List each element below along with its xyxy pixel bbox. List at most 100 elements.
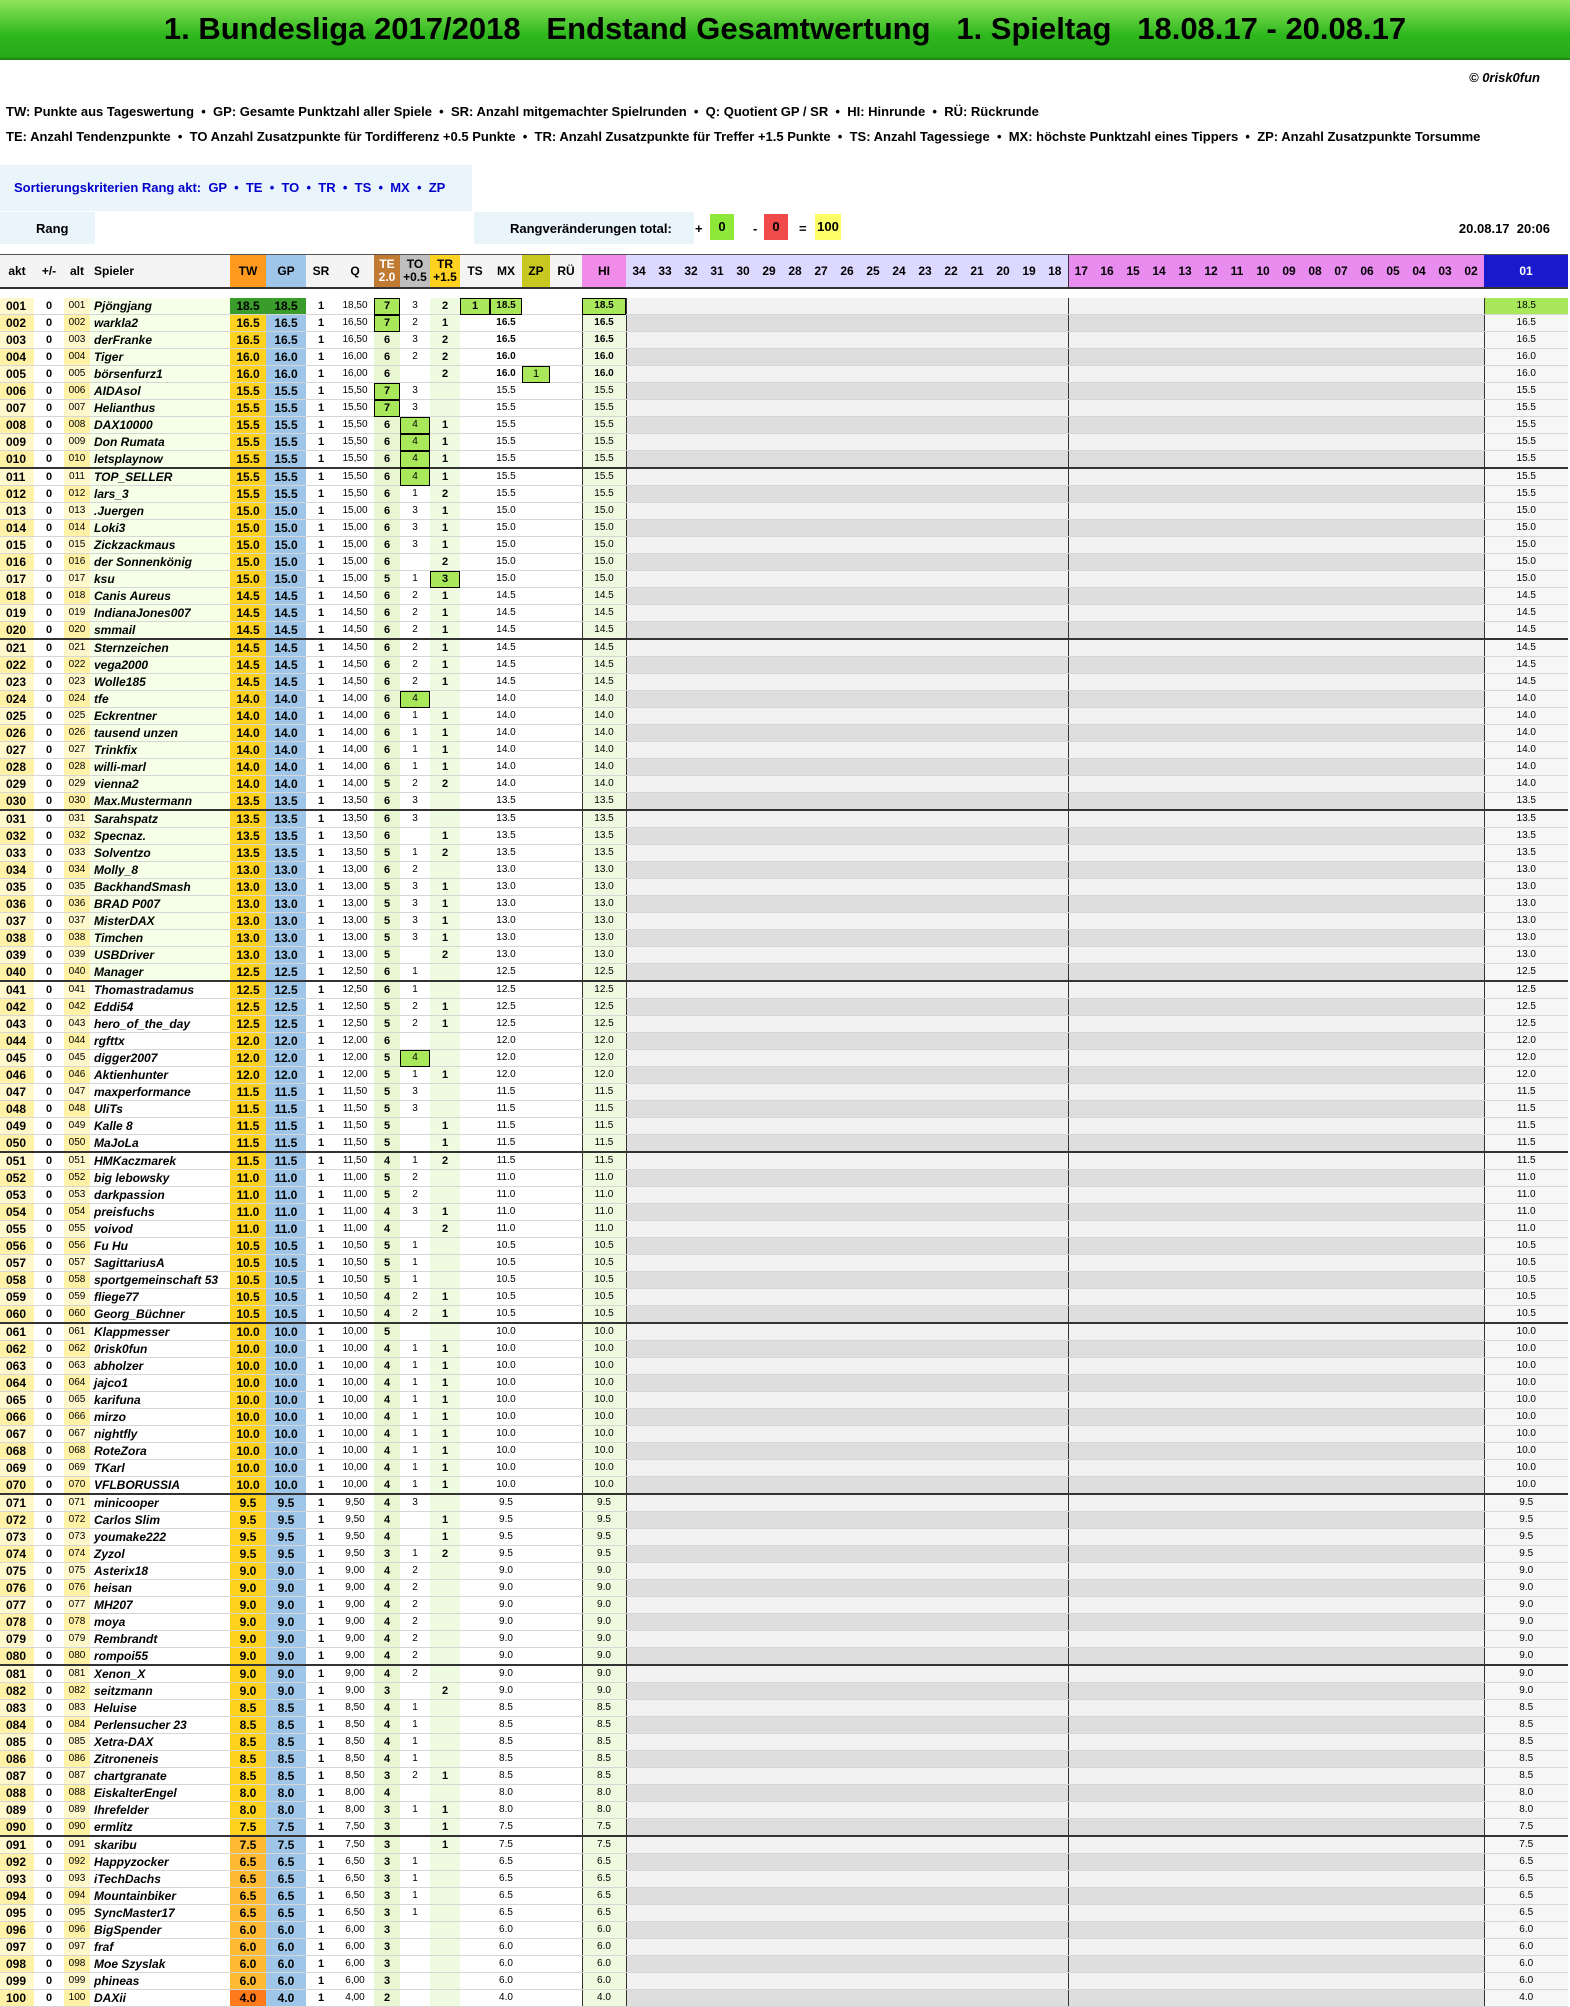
cell-hi: 6.5 <box>581 1870 627 1888</box>
cell-round-19 <box>1016 1425 1042 1443</box>
cell-round-19 <box>1016 1716 1042 1734</box>
rank-changes-label: Rangveränderungen total: <box>510 221 672 236</box>
cell-te: 4 <box>374 1220 400 1238</box>
cell-sr: 1 <box>306 998 336 1016</box>
cell-round-21 <box>964 1459 990 1477</box>
cell-round-17 <box>1067 1340 1094 1358</box>
cell-tr <box>430 1699 460 1717</box>
cell-round-06 <box>1354 775 1380 793</box>
cell-round-31 <box>704 536 730 554</box>
cell-round-01: 14.0 <box>1483 758 1568 776</box>
cell-round-05 <box>1380 348 1406 366</box>
cell-ru <box>550 673 582 691</box>
cell-round-21 <box>964 485 990 503</box>
cell-akt: 016 <box>0 553 34 571</box>
cell-round-17 <box>1067 1015 1094 1033</box>
cell-round-32 <box>678 1853 704 1871</box>
cell-round-07 <box>1328 758 1354 776</box>
cell-pm: 0 <box>34 1596 64 1614</box>
cell-round-19 <box>1016 998 1042 1016</box>
cell-round-14 <box>1146 1733 1172 1751</box>
table-row: 088 0 088 EiskalterEngel 8.0 8.0 1 8,00 4 8.0 8.0 8… <box>0 1784 1568 1802</box>
cell-round-21 <box>964 656 990 674</box>
cell-round-34 <box>626 1716 652 1734</box>
cell-round-22 <box>938 553 964 571</box>
cell-round-20 <box>990 1870 1016 1888</box>
cell-round-27 <box>808 604 834 622</box>
cell-round-33 <box>652 946 678 964</box>
cell-round-23 <box>912 1647 938 1666</box>
cell-round-25 <box>860 1870 886 1888</box>
cell-round-09 <box>1276 1220 1302 1238</box>
cell-round-21 <box>964 724 990 742</box>
cell-round-16 <box>1094 1750 1120 1768</box>
cell-round-08 <box>1302 1254 1328 1272</box>
cell-ts <box>460 861 490 879</box>
cell-round-19 <box>1016 724 1042 742</box>
cell-round-26 <box>834 1938 860 1956</box>
col-round-24: 24 <box>886 254 912 289</box>
cell-round-28 <box>782 382 808 400</box>
cell-round-24 <box>886 1682 912 1700</box>
cell-round-02 <box>1458 467 1484 486</box>
cell-round-25 <box>860 1493 886 1512</box>
cell-round-15 <box>1120 1083 1146 1101</box>
cell-sr: 1 <box>306 895 336 913</box>
cell-mx: 8.5 <box>490 1733 522 1751</box>
cell-round-33 <box>652 1134 678 1153</box>
cell-round-12 <box>1198 1562 1224 1580</box>
cell-round-32 <box>678 1408 704 1426</box>
cell-round-11 <box>1224 1613 1250 1631</box>
table-row: 013 0 013 .Juergen 15.0 15.0 1 15,00 6 3 1 15.0 15.0… <box>0 502 1568 520</box>
cell-round-25 <box>860 1476 886 1495</box>
cell-tr <box>430 861 460 879</box>
cell-round-04 <box>1406 809 1432 828</box>
cell-round-22 <box>938 365 964 383</box>
cell-round-13 <box>1172 1784 1198 1802</box>
cell-round-32 <box>678 1545 704 1563</box>
cell-round-03 <box>1432 792 1458 811</box>
cell-hi: 11.0 <box>581 1220 627 1238</box>
cell-round-25 <box>860 1647 886 1666</box>
cell-round-29 <box>756 707 782 725</box>
cell-round-27 <box>808 1818 834 1837</box>
cell-ts <box>460 929 490 947</box>
cell-round-31 <box>704 1613 730 1631</box>
cell-zp <box>522 1579 550 1597</box>
cell-round-17 <box>1067 1357 1094 1375</box>
cell-zp <box>522 1254 550 1272</box>
cell-round-23 <box>912 827 938 845</box>
cell-round-28 <box>782 1733 808 1751</box>
cell-round-05 <box>1380 673 1406 691</box>
cell-tr <box>430 1049 460 1067</box>
cell-round-16 <box>1094 1630 1120 1648</box>
cell-round-13 <box>1172 314 1198 332</box>
cell-round-14 <box>1146 314 1172 332</box>
cell-tw: 6.5 <box>230 1870 266 1888</box>
cell-ru <box>550 775 582 793</box>
cell-round-10 <box>1250 844 1276 862</box>
cell-round-05 <box>1380 690 1406 708</box>
cell-round-28 <box>782 1938 808 1956</box>
cell-to <box>400 1032 430 1050</box>
cell-ts <box>460 348 490 366</box>
cell-round-21 <box>964 1476 990 1495</box>
cell-round-23 <box>912 673 938 691</box>
cell-round-22 <box>938 1169 964 1187</box>
cell-round-29 <box>756 1528 782 1546</box>
cell-round-06 <box>1354 980 1380 999</box>
cell-hi: 13.5 <box>581 792 627 811</box>
cell-mx: 9.5 <box>490 1493 522 1512</box>
cell-round-24 <box>886 450 912 469</box>
cell-pm: 0 <box>34 1425 64 1443</box>
cell-round-33 <box>652 878 678 896</box>
cell-round-01: 12.5 <box>1483 963 1568 982</box>
cell-round-21 <box>964 1613 990 1631</box>
cell-round-24 <box>886 604 912 622</box>
cell-tr <box>430 1750 460 1768</box>
cell-gp: 13.0 <box>266 946 306 964</box>
cell-round-18 <box>1042 1015 1068 1033</box>
cell-round-17 <box>1067 1562 1094 1580</box>
cell-round-12 <box>1198 1545 1224 1563</box>
cell-zp <box>522 1938 550 1956</box>
